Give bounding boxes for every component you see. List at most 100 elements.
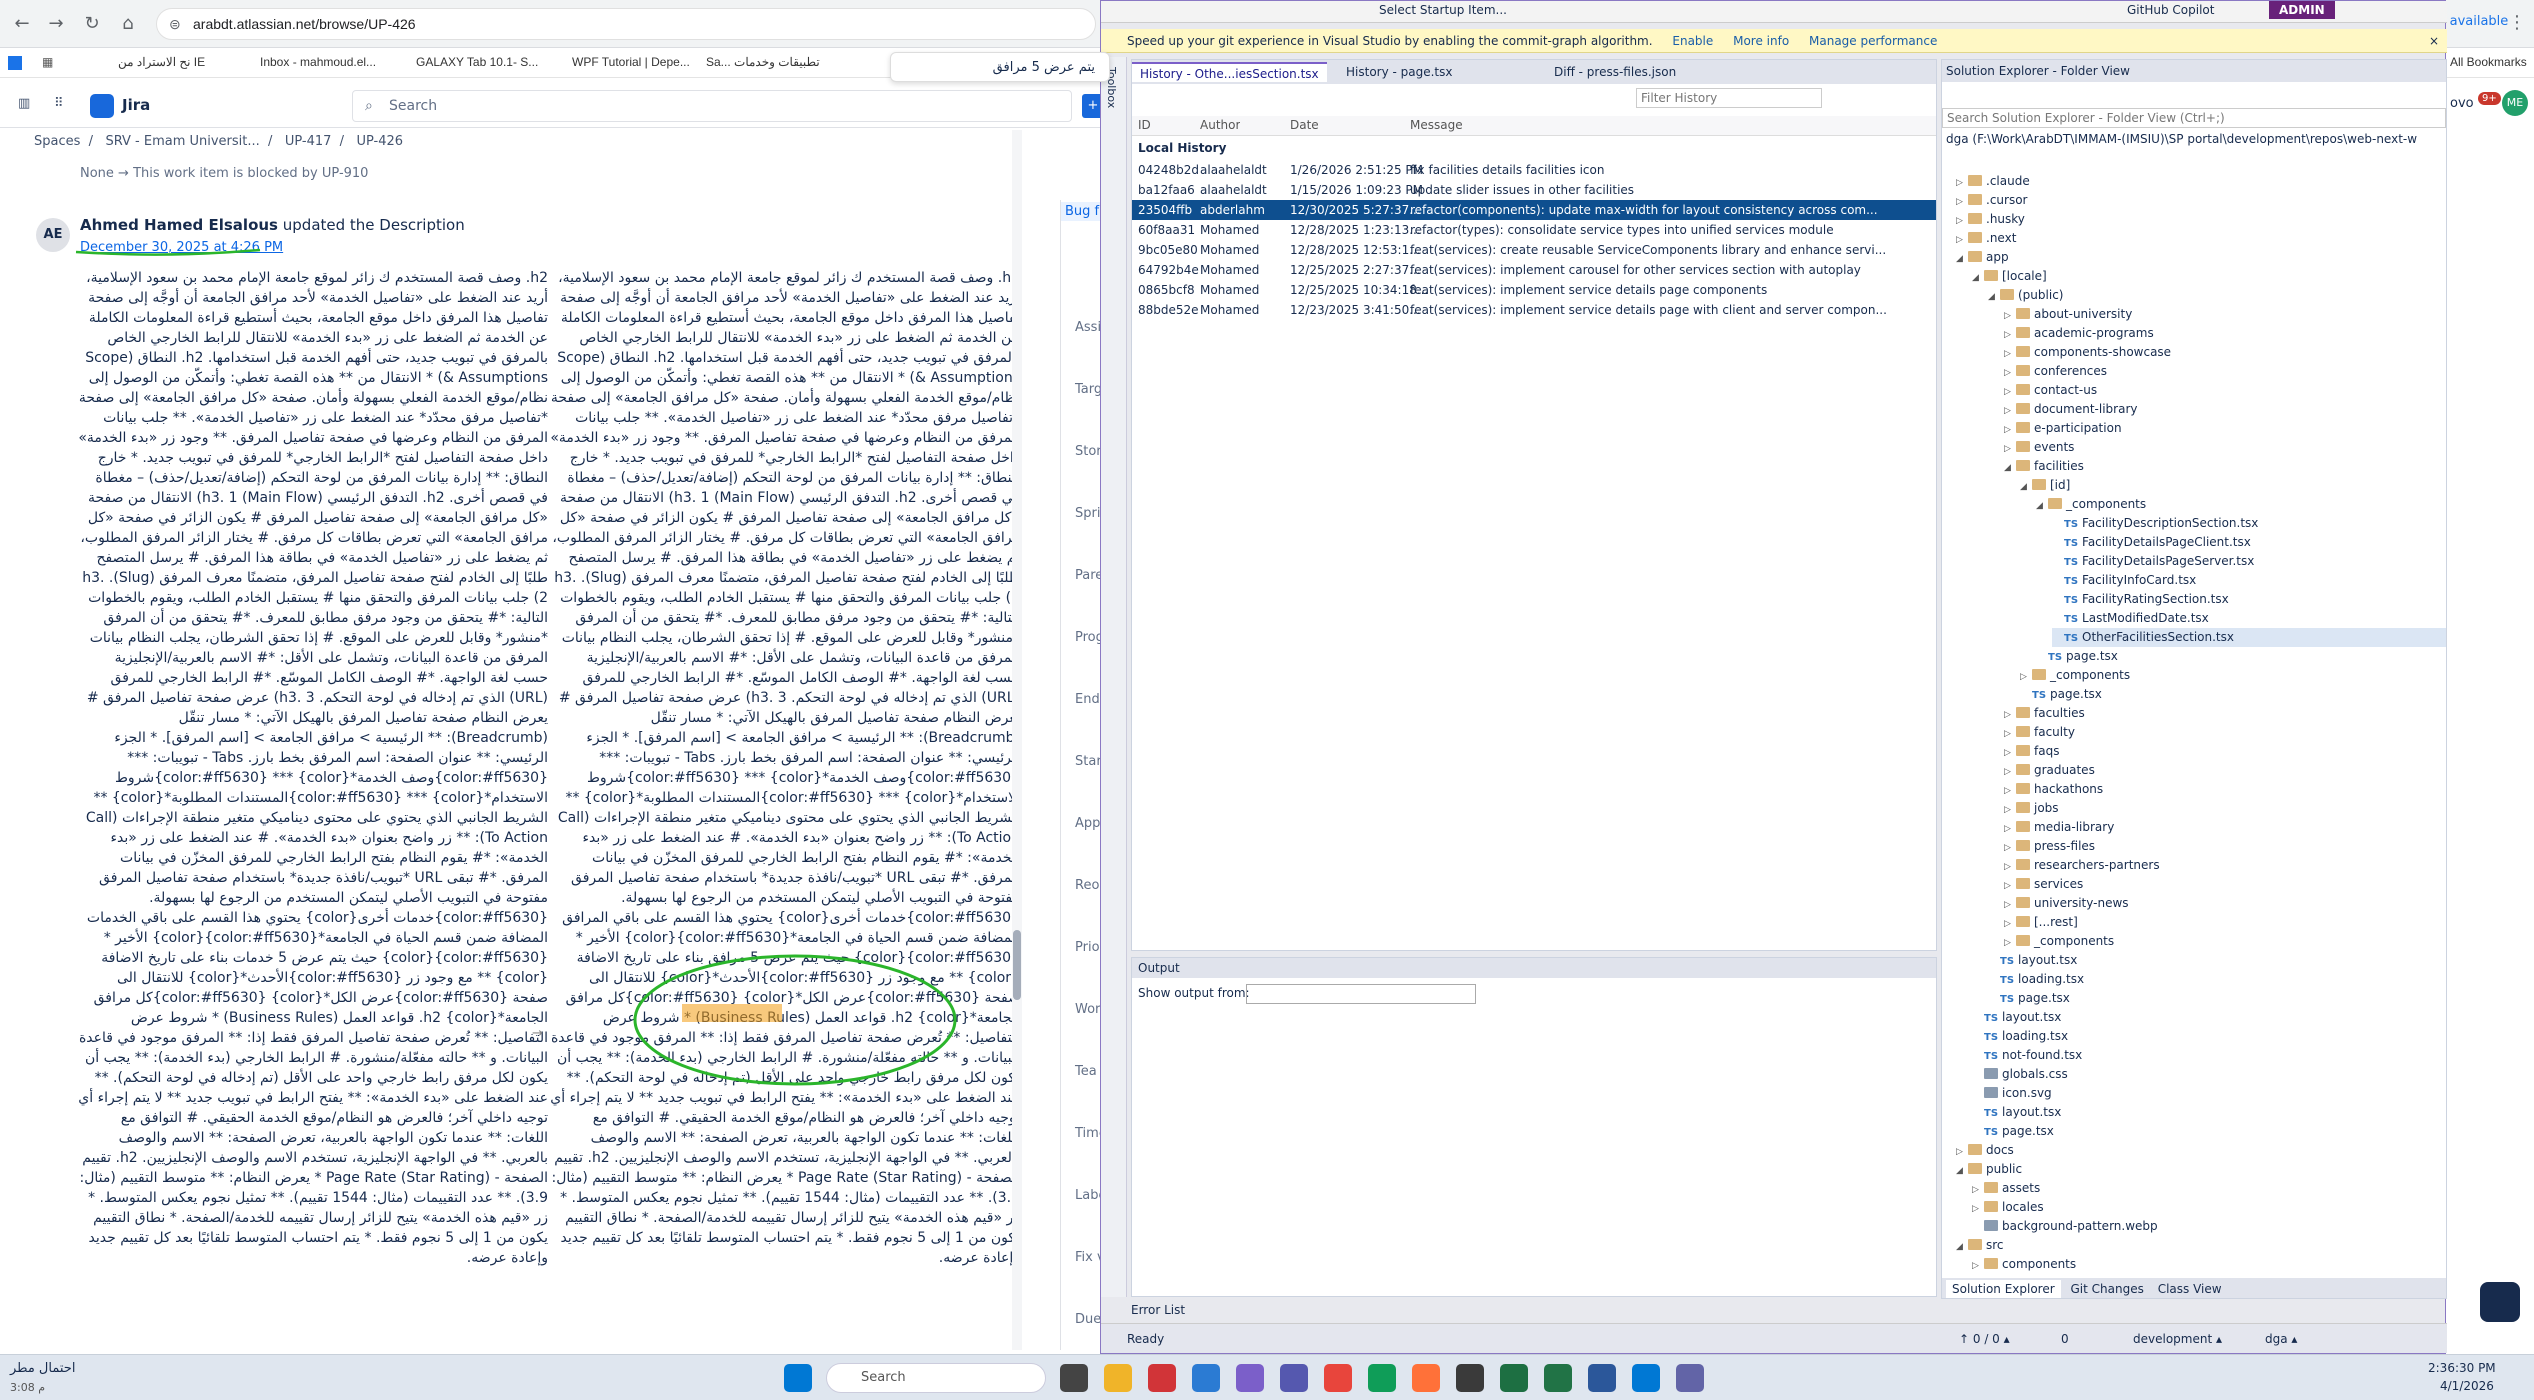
chrome-icon[interactable] (1324, 1364, 1352, 1392)
tree-node[interactable]: ◢ app (1956, 248, 2009, 267)
expanded-chevron-icon[interactable]: ◢ (2004, 459, 2016, 478)
tree-node[interactable]: ▷ _components (2004, 932, 2114, 951)
outlook-icon[interactable] (1632, 1364, 1660, 1392)
excel-icon[interactable] (1500, 1364, 1528, 1392)
tree-node[interactable]: ▷ contact-us (2004, 381, 2097, 400)
tree-node[interactable]: ▷ .next (1956, 229, 2016, 248)
author-name[interactable]: Ahmed Hamed Elsalous (80, 216, 278, 234)
col-message[interactable]: Message (1410, 118, 1463, 132)
breadcrumb-space[interactable]: SRV - Emam Universit... (105, 134, 259, 149)
toolbox-strip[interactable]: Toolbox (1101, 57, 1127, 1297)
word-icon[interactable] (1588, 1364, 1616, 1392)
bookmark-ie-import[interactable]: نح الاستراد من IE (118, 55, 205, 69)
se-root-node[interactable]: dga (F:\Work\ArabDT\IMMAM-(IMSIU)\SP por… (1946, 132, 2436, 146)
more-info-link[interactable]: More info (1733, 34, 1789, 48)
home-icon[interactable]: ⌂ (116, 12, 140, 36)
avatar[interactable]: AE (36, 218, 70, 252)
output-source-select[interactable] (1246, 984, 1476, 1004)
tree-node[interactable]: ▷ .cursor (1956, 191, 2027, 210)
tree-node[interactable]: ▷ press-files (2004, 837, 2095, 856)
app-red-icon[interactable] (1148, 1364, 1176, 1392)
tree-node[interactable]: globals.css (1972, 1065, 2068, 1084)
tree-node[interactable]: TS OtherFacilitiesSection.tsx (2052, 628, 2446, 647)
windows-start-icon[interactable] (784, 1364, 812, 1392)
grid-icon[interactable]: ▦ (42, 55, 53, 69)
tree-node[interactable]: TS FacilityRatingSection.tsx (2052, 590, 2229, 609)
tree-node[interactable]: TS LastModifiedDate.tsx (2052, 609, 2209, 628)
tree-node[interactable]: TS layout.tsx (1972, 1008, 2061, 1027)
tree-node[interactable]: ▷ events (2004, 438, 2074, 457)
vscode-icon[interactable] (1192, 1364, 1220, 1392)
tree-node[interactable]: ▷ locales (1972, 1198, 2044, 1217)
tree-node[interactable]: ▷ university-news (2004, 894, 2129, 913)
tree-node[interactable]: ▷ media-library (2004, 818, 2114, 837)
clock-time[interactable]: 2:36:30 PM (2428, 1361, 2496, 1375)
site-info-icon[interactable]: ⊜ (169, 9, 181, 39)
tree-node[interactable]: ▷ faculties (2004, 704, 2085, 723)
tree-node[interactable]: TS page.tsx (2020, 685, 2102, 704)
sheets-icon[interactable] (1544, 1364, 1572, 1392)
tree-node[interactable]: TS not-found.tsx (1972, 1046, 2082, 1065)
file-explorer-icon[interactable] (1104, 1364, 1132, 1392)
tree-node[interactable]: ▷ e-participation (2004, 419, 2122, 438)
history-row[interactable]: 23504ffb abderlahm 12/30/2025 5:27:37... re… (1132, 200, 1936, 220)
tab-history-other[interactable]: History - Othe...iesSection.tsx (1132, 62, 1327, 82)
visual-studio-icon[interactable] (1236, 1364, 1264, 1392)
tree-node[interactable]: ▷ _components (2020, 666, 2130, 685)
expanded-chevron-icon[interactable]: ◢ (2020, 478, 2032, 497)
tab-solution-explorer[interactable]: Solution Explorer (1946, 1280, 2061, 1298)
terminal-icon[interactable] (1456, 1364, 1484, 1392)
tree-node[interactable]: ◢ src (1956, 1236, 2004, 1255)
tree-node[interactable]: ▷ document-library (2004, 400, 2137, 419)
tree-node[interactable]: ▷ academic-programs (2004, 324, 2154, 343)
tree-node[interactable]: ▷ conferences (2004, 362, 2107, 381)
tree-node[interactable]: ▷ .claude (1956, 172, 2030, 191)
history-row[interactable]: 64792b4e Mohamed 12/25/2025 2:27:37... feat… (1132, 260, 1936, 280)
notification-badge[interactable]: 9+ (2478, 92, 2501, 105)
tree-node[interactable]: TS page.tsx (1988, 989, 2070, 1008)
tree-node[interactable]: TS FacilityInfoCard.tsx (2052, 571, 2196, 590)
tree-node[interactable]: ▷ [...rest] (2004, 913, 2078, 932)
tree-node[interactable]: ▷ assets (1972, 1179, 2040, 1198)
col-author[interactable]: Author (1200, 118, 1240, 132)
address-bar[interactable]: ⊜ arabdt.atlassian.net/browse/UP-426 (156, 8, 1096, 40)
app-misc-icon[interactable] (1676, 1364, 1704, 1392)
tree-node[interactable]: ▷ hackathons (2004, 780, 2103, 799)
col-id[interactable]: ID (1138, 118, 1151, 132)
status-repo[interactable]: dga ▴ (2265, 1324, 2297, 1354)
tree-node[interactable]: ▷ graduates (2004, 761, 2095, 780)
jira-logo-icon[interactable] (90, 94, 114, 118)
tab-history-page[interactable]: History - page.tsx (1338, 62, 1461, 82)
local-history-group[interactable]: Local History (1132, 138, 1936, 158)
back-icon[interactable]: ← (10, 12, 34, 36)
tree-node[interactable]: ◢ [locale] (1972, 267, 2047, 286)
tree-node[interactable]: TS page.tsx (1972, 1122, 2054, 1141)
menu-dots-icon[interactable]: ⋮ (2508, 12, 2526, 33)
collapsed-chevron-icon[interactable]: ▷ (1972, 1257, 1984, 1276)
tree-node[interactable]: ▷ researchers-partners (2004, 856, 2160, 875)
tree-node[interactable]: ◢ _components (2036, 495, 2146, 514)
status-branch[interactable]: development ▴ (2133, 1324, 2222, 1354)
tree-node[interactable]: ▷ faculty (2004, 723, 2075, 742)
tree-node[interactable]: ▷ components-showcase (2004, 343, 2171, 362)
bookmark-galaxy[interactable]: GALAXY Tab 10.1- S... (416, 55, 538, 69)
tree-node[interactable]: ▷ faqs (2004, 742, 2059, 761)
history-row[interactable]: 0865bcf8 Mohamed 12/25/2025 10:34:18... fea… (1132, 280, 1936, 300)
status-commits[interactable]: ↑ 0 / 0 ▴ (1959, 1324, 2010, 1354)
history-row[interactable]: 60f8aa31 Mohamed 12/28/2025 1:23:13... refa… (1132, 220, 1936, 240)
history-row[interactable]: ba12faa6 alaahelaldt 1/15/2026 1:09:23 PM u… (1132, 180, 1936, 200)
history-row[interactable]: 88bde52e Mohamed 12/23/2025 3:41:50... feat… (1132, 300, 1936, 320)
bookmark-inbox[interactable]: Inbox - mahmoud.el... (260, 55, 376, 69)
tab-class-view[interactable]: Class View (2158, 1282, 2222, 1296)
tree-node[interactable]: ◢ [id] (2020, 476, 2070, 495)
breadcrumb-issue[interactable]: UP-426 (356, 134, 403, 149)
tree-node[interactable]: TS FacilityDetailsPageClient.tsx (2052, 533, 2251, 552)
filter-history-input[interactable]: Filter History (1636, 88, 1822, 108)
expanded-chevron-icon[interactable]: ◢ (1972, 269, 1984, 288)
jira-search-input[interactable]: ⌕ Search (352, 90, 1072, 122)
tree-node[interactable]: TS loading.tsx (1972, 1027, 2068, 1046)
se-search-input[interactable]: Search Solution Explorer - Folder View (… (1942, 108, 2446, 128)
clock-date[interactable]: 4/1/2026 (2440, 1379, 2494, 1393)
expanded-chevron-icon[interactable]: ◢ (1956, 1238, 1968, 1257)
breadcrumb-spaces[interactable]: Spaces (34, 134, 80, 149)
